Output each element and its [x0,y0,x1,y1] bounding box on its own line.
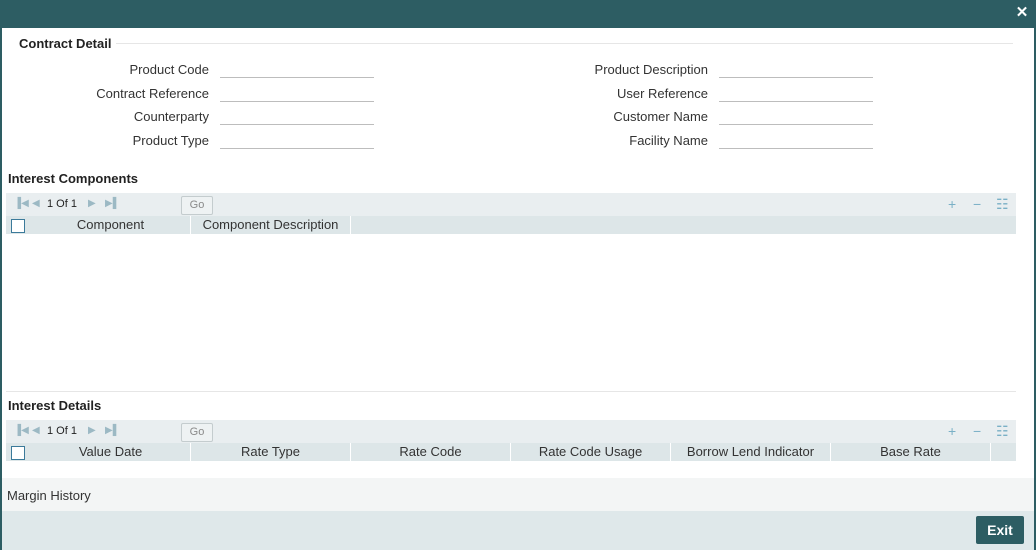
column-header[interactable]: Base Rate [831,443,991,461]
customer-name-input[interactable] [719,107,873,125]
go-button[interactable]: Go [181,423,213,442]
facility-name-input[interactable] [719,131,873,149]
exit-button[interactable]: Exit [976,516,1024,544]
components-grid-toolbar: ▐◀ ◀ 1 Of 1 ▶ ▶▌ Go + − ☷ [6,193,1016,216]
counterparty-label: Counterparty [133,109,209,124]
delete-row-icon[interactable]: − [973,423,981,439]
prev-page-icon[interactable]: ◀ [32,198,40,209]
section-divider [116,43,1013,44]
pager-text: 1 Of 1 [47,425,77,437]
last-page-icon[interactable]: ▶▌ [105,198,120,209]
product-code-input[interactable] [220,60,374,78]
view-columns-icon[interactable]: ☷ [996,196,1009,213]
details-grid-toolbar: ▐◀ ◀ 1 Of 1 ▶ ▶▌ Go + − ☷ [6,420,1016,443]
footer-bar: Exit [2,511,1034,550]
column-header[interactable]: Borrow Lend Indicator [671,443,831,461]
window-border-left [0,28,2,550]
view-columns-icon[interactable]: ☷ [996,423,1009,440]
contract-detail-title: Contract Detail [19,36,112,51]
user-reference-input[interactable] [719,84,873,102]
product-code-label: Product Code [129,62,210,77]
column-header[interactable]: Rate Type [191,443,351,461]
first-page-icon[interactable]: ▐◀ [14,198,29,209]
customer-name-label: Customer Name [613,109,708,124]
column-header[interactable]: Rate Code [351,443,511,461]
product-description-label: Product Description [594,62,708,77]
column-header[interactable]: Rate Code Usage [511,443,671,461]
interest-details-title: Interest Details [8,398,102,413]
product-type-label: Product Type [132,133,209,148]
interest-components-title: Interest Components [8,171,139,186]
window-titlebar: ✕ [0,0,1036,28]
contract-reference-input[interactable] [220,84,374,102]
components-grid-header: Component Component Description [6,216,1016,234]
counterparty-input[interactable] [220,107,374,125]
column-header[interactable]: Component Description [191,216,351,234]
section-divider [6,391,1016,392]
add-row-icon[interactable]: + [948,423,956,439]
user-reference-label: User Reference [616,86,708,101]
facility-name-label: Facility Name [629,133,708,148]
add-row-icon[interactable]: + [948,196,956,212]
product-type-input[interactable] [220,131,374,149]
next-page-icon[interactable]: ▶ [88,198,96,209]
go-button[interactable]: Go [181,196,213,215]
last-page-icon[interactable]: ▶▌ [105,425,120,436]
margin-history-bar: Margin History [2,478,1034,511]
first-page-icon[interactable]: ▐◀ [14,425,29,436]
close-icon[interactable]: ✕ [1014,5,1030,21]
product-description-input[interactable] [719,60,873,78]
select-all-checkbox[interactable] [11,446,25,460]
delete-row-icon[interactable]: − [973,196,981,212]
column-header[interactable]: Value Date [31,443,191,461]
contract-reference-label: Contract Reference [96,86,209,101]
next-page-icon[interactable]: ▶ [88,425,96,436]
select-all-checkbox[interactable] [11,219,25,233]
prev-page-icon[interactable]: ◀ [32,425,40,436]
pager-text: 1 Of 1 [47,198,77,210]
details-grid-header: Value Date Rate Type Rate Code Rate Code… [6,443,1016,461]
margin-history-link[interactable]: Margin History [7,488,91,503]
column-header[interactable]: Component [31,216,191,234]
